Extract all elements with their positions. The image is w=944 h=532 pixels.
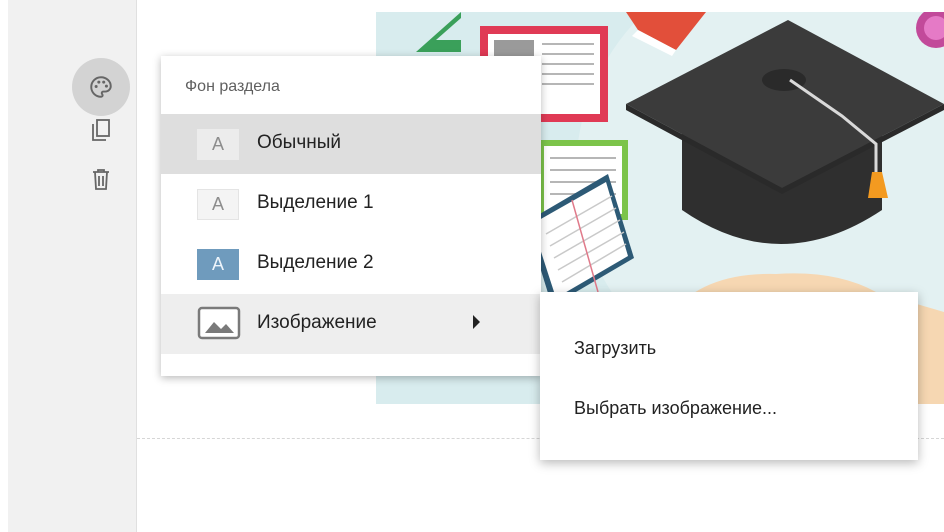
- swatch-normal: A: [197, 129, 239, 160]
- trash-icon: [93, 169, 109, 190]
- copy-icon: [92, 119, 110, 141]
- menu-item-image[interactable]: Изображение: [161, 294, 541, 354]
- image-submenu: Загрузить Выбрать изображение...: [540, 292, 918, 460]
- section-toolbar: [8, 0, 137, 532]
- palette-button[interactable]: [72, 58, 130, 116]
- menu-item-highlight-2[interactable]: A Выделение 2: [161, 234, 541, 294]
- choose-image-item[interactable]: Выбрать изображение...: [540, 380, 918, 436]
- submenu-item-label: Загрузить: [574, 338, 657, 358]
- section-background-menu: Фон раздела A Обычный A Выделение 1 A Вы…: [161, 56, 541, 376]
- palette-icon: [90, 76, 112, 98]
- duplicate-button[interactable]: [86, 116, 116, 146]
- menu-item-highlight-1[interactable]: A Выделение 1: [161, 174, 541, 234]
- swatch-highlight-2: A: [197, 249, 239, 280]
- menu-item-label: Выделение 1: [257, 192, 374, 213]
- menu-item-label: Выделение 2: [257, 252, 374, 273]
- swatch-highlight-1: A: [197, 189, 239, 220]
- menu-item-normal[interactable]: A Обычный: [161, 114, 541, 174]
- delete-button[interactable]: [86, 164, 116, 194]
- submenu-arrow-icon: [473, 315, 480, 329]
- upload-image-item[interactable]: Загрузить: [540, 320, 918, 376]
- menu-item-label: Изображение: [257, 312, 377, 333]
- image-icon: [197, 306, 241, 340]
- left-margin: [0, 0, 8, 532]
- menu-title: Фон раздела: [185, 78, 280, 95]
- submenu-item-label: Выбрать изображение...: [574, 398, 778, 418]
- menu-item-label: Обычный: [257, 132, 341, 153]
